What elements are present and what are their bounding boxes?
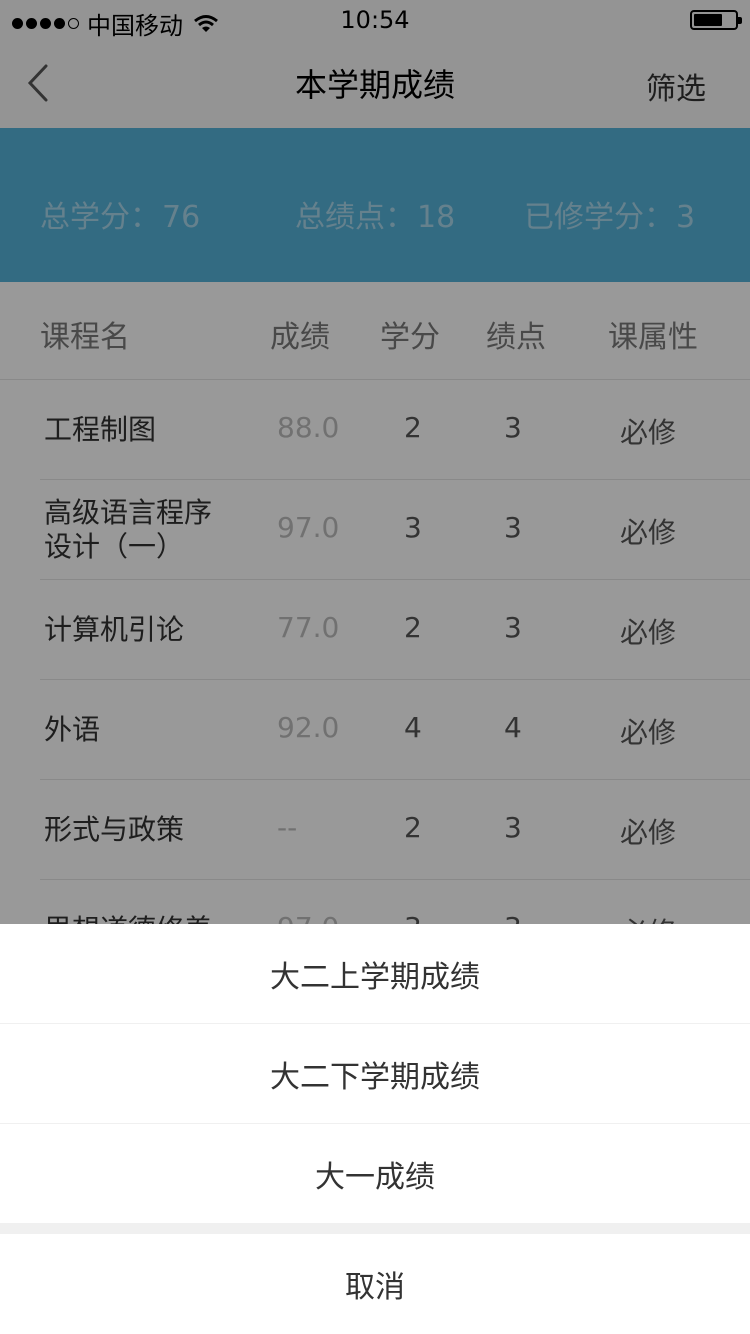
option-freshman-grades[interactable]: 大一成绩 xyxy=(0,1124,750,1223)
option-sophomore-second-term[interactable]: 大二下学期成绩 xyxy=(0,1024,750,1123)
option-sophomore-first-term[interactable]: 大二上学期成绩 xyxy=(0,924,750,1023)
semester-action-sheet: 大二上学期成绩 大二下学期成绩 大一成绩 取消 xyxy=(0,924,750,1334)
cancel-button[interactable]: 取消 xyxy=(0,1234,750,1334)
